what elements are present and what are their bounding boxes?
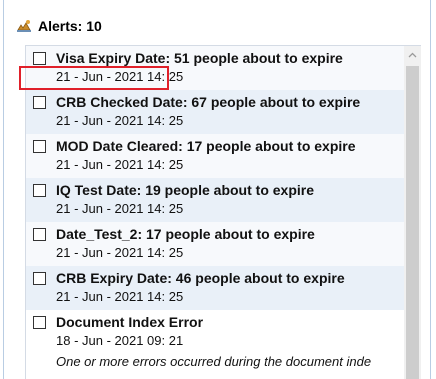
vertical-scrollbar[interactable] bbox=[404, 46, 421, 379]
alert-title: Date_Test_2: 17 people about to expire bbox=[56, 226, 315, 242]
alert-title: CRB Checked Date: 67 people about to exp… bbox=[56, 94, 361, 110]
alert-item[interactable]: IQ Test Date: 19 people about to expire … bbox=[26, 178, 420, 222]
alert-checkbox[interactable] bbox=[33, 316, 46, 329]
alert-item[interactable]: CRB Checked Date: 67 people about to exp… bbox=[26, 90, 420, 134]
alert-item[interactable]: Date_Test_2: 17 people about to expire 2… bbox=[26, 222, 420, 266]
scroll-up-arrow-icon[interactable] bbox=[404, 46, 421, 63]
alert-item[interactable]: Document Index Error 18 - Jun - 2021 09:… bbox=[26, 310, 420, 379]
alert-title: IQ Test Date: 19 people about to expire bbox=[56, 182, 315, 198]
alert-checkbox[interactable] bbox=[33, 184, 46, 197]
alert-date: 21 - Jun - 2021 14: 25 bbox=[56, 157, 184, 172]
alert-checkbox[interactable] bbox=[33, 272, 46, 285]
alert-date: 21 - Jun - 2021 14: 25 bbox=[56, 201, 184, 216]
alert-title: CRB Expiry Date: 46 people about to expi… bbox=[56, 270, 345, 286]
alerts-list: Visa Expiry Date: 51 people about to exp… bbox=[25, 45, 421, 379]
alert-date: 18 - Jun - 2021 09: 21 bbox=[56, 333, 184, 348]
alerts-title: Alerts: 10 bbox=[38, 18, 102, 34]
alerts-header: Alerts: 10 bbox=[16, 16, 102, 36]
alert-item[interactable]: MOD Date Cleared: 17 people about to exp… bbox=[26, 134, 420, 178]
alert-date: 21 - Jun - 2021 14: 25 bbox=[56, 245, 184, 260]
alert-checkbox[interactable] bbox=[33, 96, 46, 109]
alert-title: MOD Date Cleared: 17 people about to exp… bbox=[56, 138, 356, 154]
alert-item[interactable]: Visa Expiry Date: 51 people about to exp… bbox=[26, 46, 420, 90]
alert-date: 21 - Jun - 2021 14: 25 bbox=[56, 113, 184, 128]
alert-checkbox[interactable] bbox=[33, 228, 46, 241]
alert-checkbox[interactable] bbox=[33, 140, 46, 153]
alert-checkbox[interactable] bbox=[33, 52, 46, 65]
alert-title: Document Index Error bbox=[56, 314, 204, 330]
alert-date: 21 - Jun - 2021 14: 25 bbox=[56, 289, 184, 304]
alerts-icon bbox=[16, 19, 32, 33]
scrollbar-thumb[interactable] bbox=[406, 66, 419, 379]
alert-title: Visa Expiry Date: 51 people about to exp… bbox=[56, 50, 343, 66]
alert-date: 21 - Jun - 2021 14: 25 bbox=[56, 69, 184, 84]
alert-description: One or more errors occurred during the d… bbox=[56, 354, 372, 369]
alert-item[interactable]: CRB Expiry Date: 46 people about to expi… bbox=[26, 266, 420, 310]
